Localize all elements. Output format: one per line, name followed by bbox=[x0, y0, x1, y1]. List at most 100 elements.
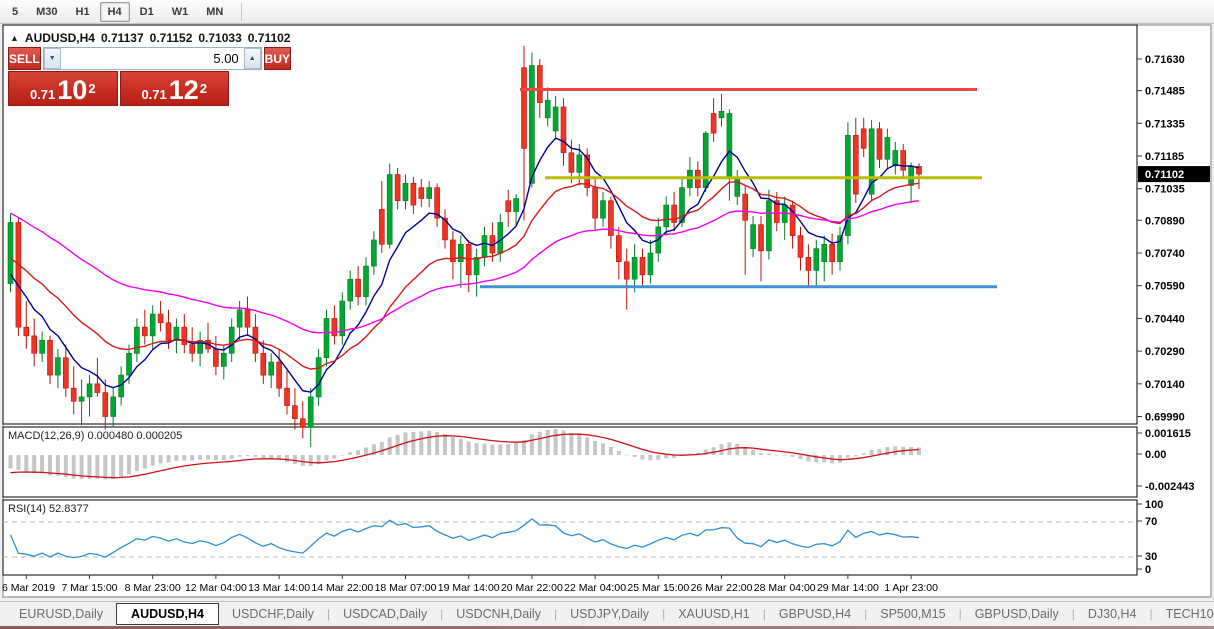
macd-histogram-bar bbox=[261, 455, 265, 458]
macd-histogram-bar bbox=[167, 455, 171, 462]
macd-histogram-bar bbox=[127, 455, 131, 474]
candle bbox=[901, 151, 906, 171]
macd-histogram-bar bbox=[388, 437, 392, 455]
macd-histogram-bar bbox=[230, 455, 234, 459]
macd-histogram-bar bbox=[293, 455, 297, 464]
current-price-label: 0.71102 bbox=[1145, 169, 1184, 181]
buy-price-pips: 12 bbox=[169, 79, 199, 102]
time-axis-label: 12 Mar 04:00 bbox=[185, 582, 247, 594]
ohlc-high: 0.71152 bbox=[150, 31, 193, 45]
candle bbox=[158, 314, 163, 323]
tab-usdcnh-daily[interactable]: USDCNH,Daily bbox=[443, 604, 554, 624]
ohlc-close: 0.71102 bbox=[248, 31, 291, 45]
candle bbox=[55, 358, 60, 375]
candle bbox=[766, 201, 771, 251]
macd-histogram-bar bbox=[467, 441, 471, 455]
macd-histogram-bar bbox=[309, 455, 313, 466]
macd-histogram-bar bbox=[206, 455, 210, 460]
macd-histogram-bar bbox=[593, 441, 597, 455]
sell-price-prefix: 0.71 bbox=[30, 88, 55, 102]
tab-eurusd-daily[interactable]: EURUSD,Daily bbox=[6, 604, 116, 624]
collapse-arrow-icon[interactable]: ▲ bbox=[10, 33, 19, 43]
volume-decrease-button[interactable]: ▼ bbox=[44, 48, 61, 69]
candle bbox=[632, 257, 637, 279]
candle bbox=[111, 397, 116, 417]
candle bbox=[853, 135, 858, 194]
tab-sp500-m15[interactable]: SP500,M15 bbox=[867, 604, 958, 624]
candle bbox=[324, 318, 329, 357]
time-axis-label: 13 Mar 14:00 bbox=[248, 582, 310, 594]
candle bbox=[411, 183, 416, 205]
candle bbox=[245, 310, 250, 327]
macd-histogram-bar bbox=[909, 447, 913, 455]
macd-histogram-bar bbox=[356, 450, 360, 455]
candle bbox=[40, 340, 45, 353]
price-axis-label: 0.69990 bbox=[1145, 412, 1185, 424]
macd-histogram-bar bbox=[546, 430, 550, 455]
macd-histogram-bar bbox=[625, 455, 629, 456]
sell-price-button[interactable]: 0.71 10 2 bbox=[8, 71, 118, 106]
macd-histogram-bar bbox=[48, 455, 52, 475]
time-axis-label: 25 Mar 15:00 bbox=[627, 582, 689, 594]
macd-histogram-bar bbox=[56, 455, 60, 476]
time-axis-label: 28 Mar 04:00 bbox=[754, 582, 816, 594]
macd-histogram-bar bbox=[664, 455, 668, 458]
time-axis-label: 14 Mar 22:00 bbox=[311, 582, 373, 594]
buy-price-button[interactable]: 0.71 12 2 bbox=[120, 71, 230, 106]
candle bbox=[885, 137, 890, 159]
macd-histogram-bar bbox=[443, 434, 447, 455]
macd-histogram-bar bbox=[103, 455, 107, 479]
macd-histogram-bar bbox=[111, 455, 115, 479]
candle bbox=[229, 327, 234, 353]
candle bbox=[221, 353, 226, 366]
macd-histogram-bar bbox=[893, 446, 897, 455]
price-axis-label: 0.71185 bbox=[1145, 151, 1184, 163]
macd-histogram-bar bbox=[40, 455, 44, 473]
volume-increase-button[interactable]: ▲ bbox=[244, 48, 261, 69]
price-axis-label: 0.70290 bbox=[1145, 346, 1185, 358]
tab-xauusd-h1[interactable]: XAUUSD,H1 bbox=[665, 604, 763, 624]
buy-button[interactable]: BUY bbox=[264, 47, 291, 70]
macd-histogram-bar bbox=[24, 455, 28, 471]
candle bbox=[285, 388, 290, 405]
time-axis-label: 6 Mar 2019 bbox=[2, 582, 55, 594]
candle bbox=[364, 266, 369, 297]
candle bbox=[16, 223, 21, 328]
candle bbox=[127, 353, 132, 375]
tab-usdcad-daily[interactable]: USDCAD,Daily bbox=[330, 604, 440, 624]
tab-dj30-h4[interactable]: DJ30,H4 bbox=[1075, 604, 1150, 624]
sell-button[interactable]: SELL bbox=[8, 47, 41, 70]
macd-histogram-bar bbox=[514, 443, 518, 455]
volume-input[interactable] bbox=[61, 48, 244, 69]
candle bbox=[553, 107, 558, 131]
candle bbox=[830, 244, 835, 261]
tab-gbpusd-h4[interactable]: GBPUSD,H4 bbox=[766, 604, 864, 624]
price-axis-label: 0.70140 bbox=[1145, 379, 1185, 391]
candle bbox=[371, 240, 376, 266]
candle bbox=[616, 236, 621, 262]
macd-histogram-bar bbox=[601, 443, 605, 455]
macd-histogram-bar bbox=[325, 455, 329, 461]
rsi-axis-label: 70 bbox=[1145, 516, 1157, 528]
price-axis-label: 0.70740 bbox=[1145, 248, 1185, 260]
volume-box: ▼ ▲ bbox=[43, 47, 262, 70]
candle bbox=[142, 327, 147, 336]
rsi-axis-label: 100 bbox=[1145, 499, 1163, 511]
time-axis-label: 1 Apr 23:00 bbox=[884, 582, 938, 594]
chart-tab-bar: EURUSD,DailyAUDUSD,H4USDCHF,Daily|USDCAD… bbox=[0, 601, 1214, 626]
candle bbox=[822, 244, 827, 261]
candle bbox=[32, 336, 37, 353]
tab-audusd-h4[interactable]: AUDUSD,H4 bbox=[116, 603, 219, 625]
tab-gbpusd-daily[interactable]: GBPUSD,Daily bbox=[962, 604, 1072, 624]
candle bbox=[332, 318, 337, 335]
tab-usdchf-daily[interactable]: USDCHF,Daily bbox=[219, 604, 327, 624]
candle bbox=[48, 340, 53, 375]
macd-histogram-bar bbox=[633, 455, 637, 457]
tab-tech100-h1[interactable]: TECH100,H1 bbox=[1153, 604, 1214, 624]
tab-usdjpy-daily[interactable]: USDJPY,Daily bbox=[557, 604, 662, 624]
candle bbox=[403, 183, 408, 200]
candle bbox=[814, 249, 819, 271]
ohlc-open: 0.71137 bbox=[101, 31, 144, 45]
price-axis-label: 0.70890 bbox=[1145, 215, 1185, 227]
macd-histogram-bar bbox=[9, 455, 13, 469]
